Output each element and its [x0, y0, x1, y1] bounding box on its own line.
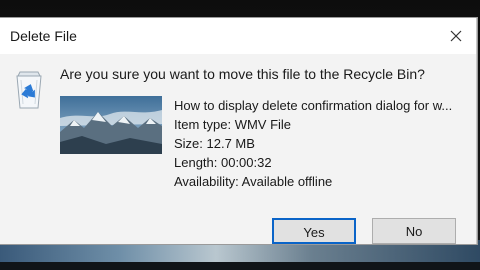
- close-button[interactable]: [444, 25, 468, 47]
- screen: Delete File Are you sure you want to mov…: [0, 0, 480, 270]
- file-details: How to display delete confirmation dialo…: [174, 96, 464, 191]
- file-size: Size: 12.7 MB: [174, 136, 255, 151]
- close-icon: [450, 30, 462, 42]
- recycle-bin-icon: [12, 66, 46, 110]
- dialog-titlebar[interactable]: Delete File: [0, 18, 476, 54]
- file-item-type: Item type: WMV File: [174, 117, 292, 132]
- taskbar: [0, 262, 480, 270]
- video-thumbnail: [60, 96, 162, 154]
- yes-button[interactable]: Yes: [272, 218, 356, 244]
- delete-file-dialog: Delete File Are you sure you want to mov…: [0, 18, 477, 244]
- dialog-title: Delete File: [10, 28, 77, 44]
- confirmation-question: Are you sure you want to move this file …: [60, 66, 425, 82]
- file-length: Length: 00:00:32: [174, 155, 272, 170]
- file-name: How to display delete confirmation dialo…: [174, 98, 453, 113]
- file-availability: Availability: Available offline: [174, 174, 333, 189]
- dialog-body: Are you sure you want to move this file …: [0, 54, 476, 244]
- no-button[interactable]: No: [372, 218, 456, 244]
